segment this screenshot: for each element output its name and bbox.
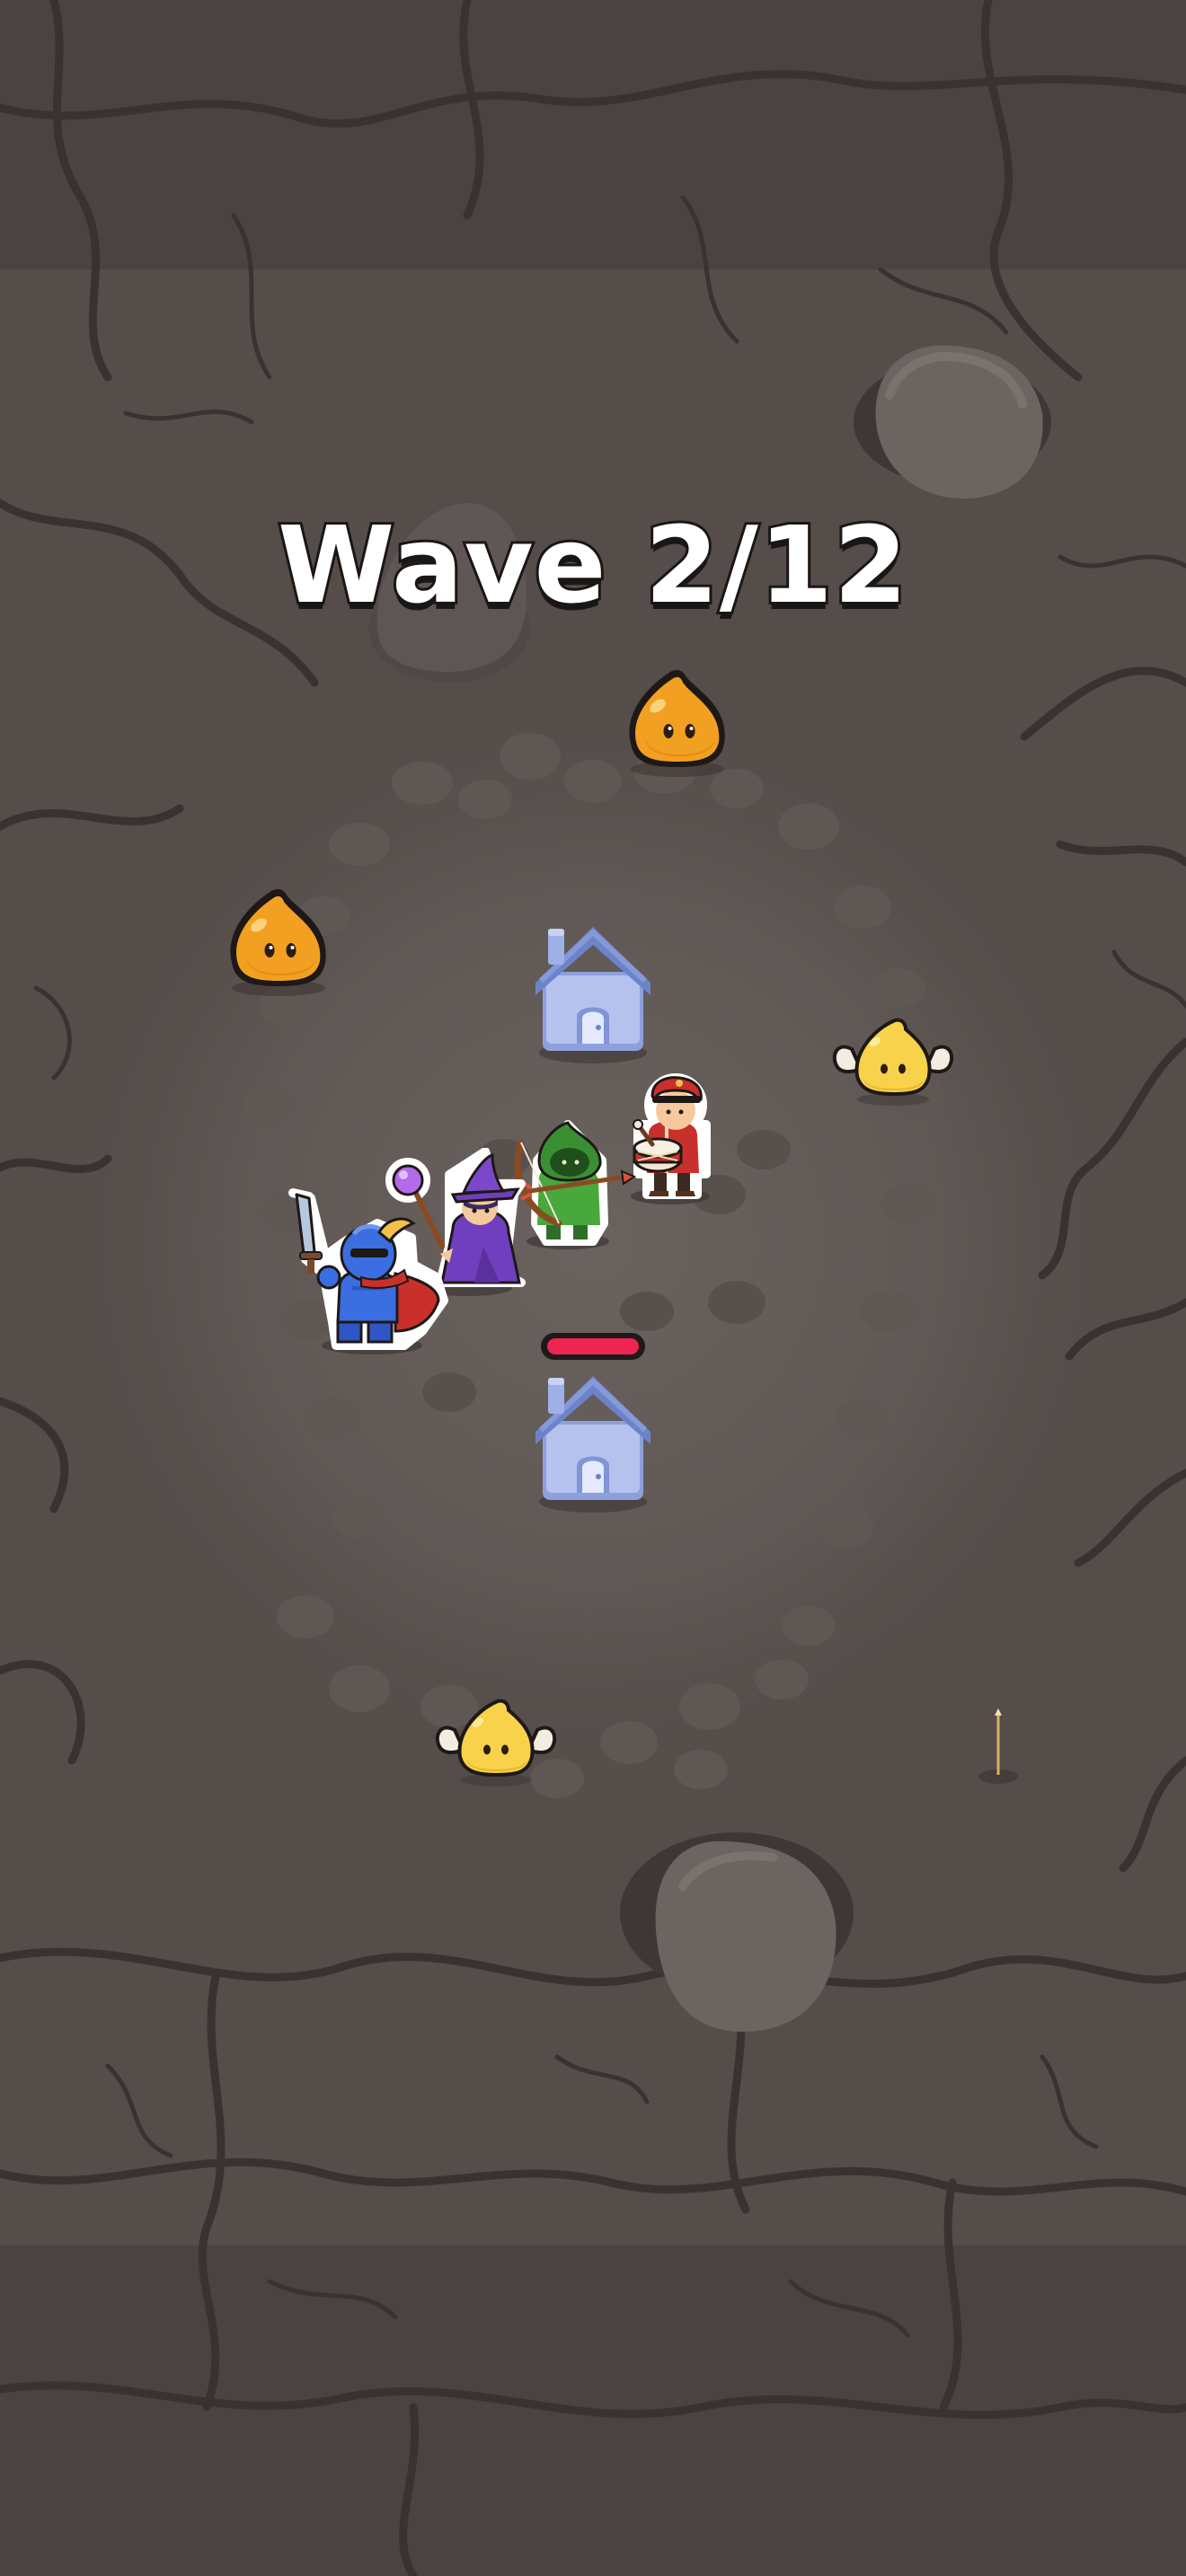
wave-counter: Wave 2/12 (275, 500, 910, 630)
base-health-bar (541, 1333, 645, 1360)
house-top[interactable] (532, 918, 654, 1067)
house-bottom[interactable] (532, 1367, 654, 1516)
base-health-fill (547, 1338, 639, 1354)
ground-background (0, 0, 1186, 2576)
knight-hero[interactable] (279, 1187, 449, 1358)
orange-slime-enemy[interactable] (219, 880, 338, 999)
winged-yellow-slime-enemy[interactable] (433, 1690, 559, 1789)
game-stage[interactable]: Wave 2/12 (0, 0, 1186, 2576)
arrow-in-ground (978, 1708, 1018, 1784)
orange-slime-enemy[interactable] (618, 661, 737, 780)
winged-yellow-slime-enemy[interactable] (830, 1010, 956, 1108)
